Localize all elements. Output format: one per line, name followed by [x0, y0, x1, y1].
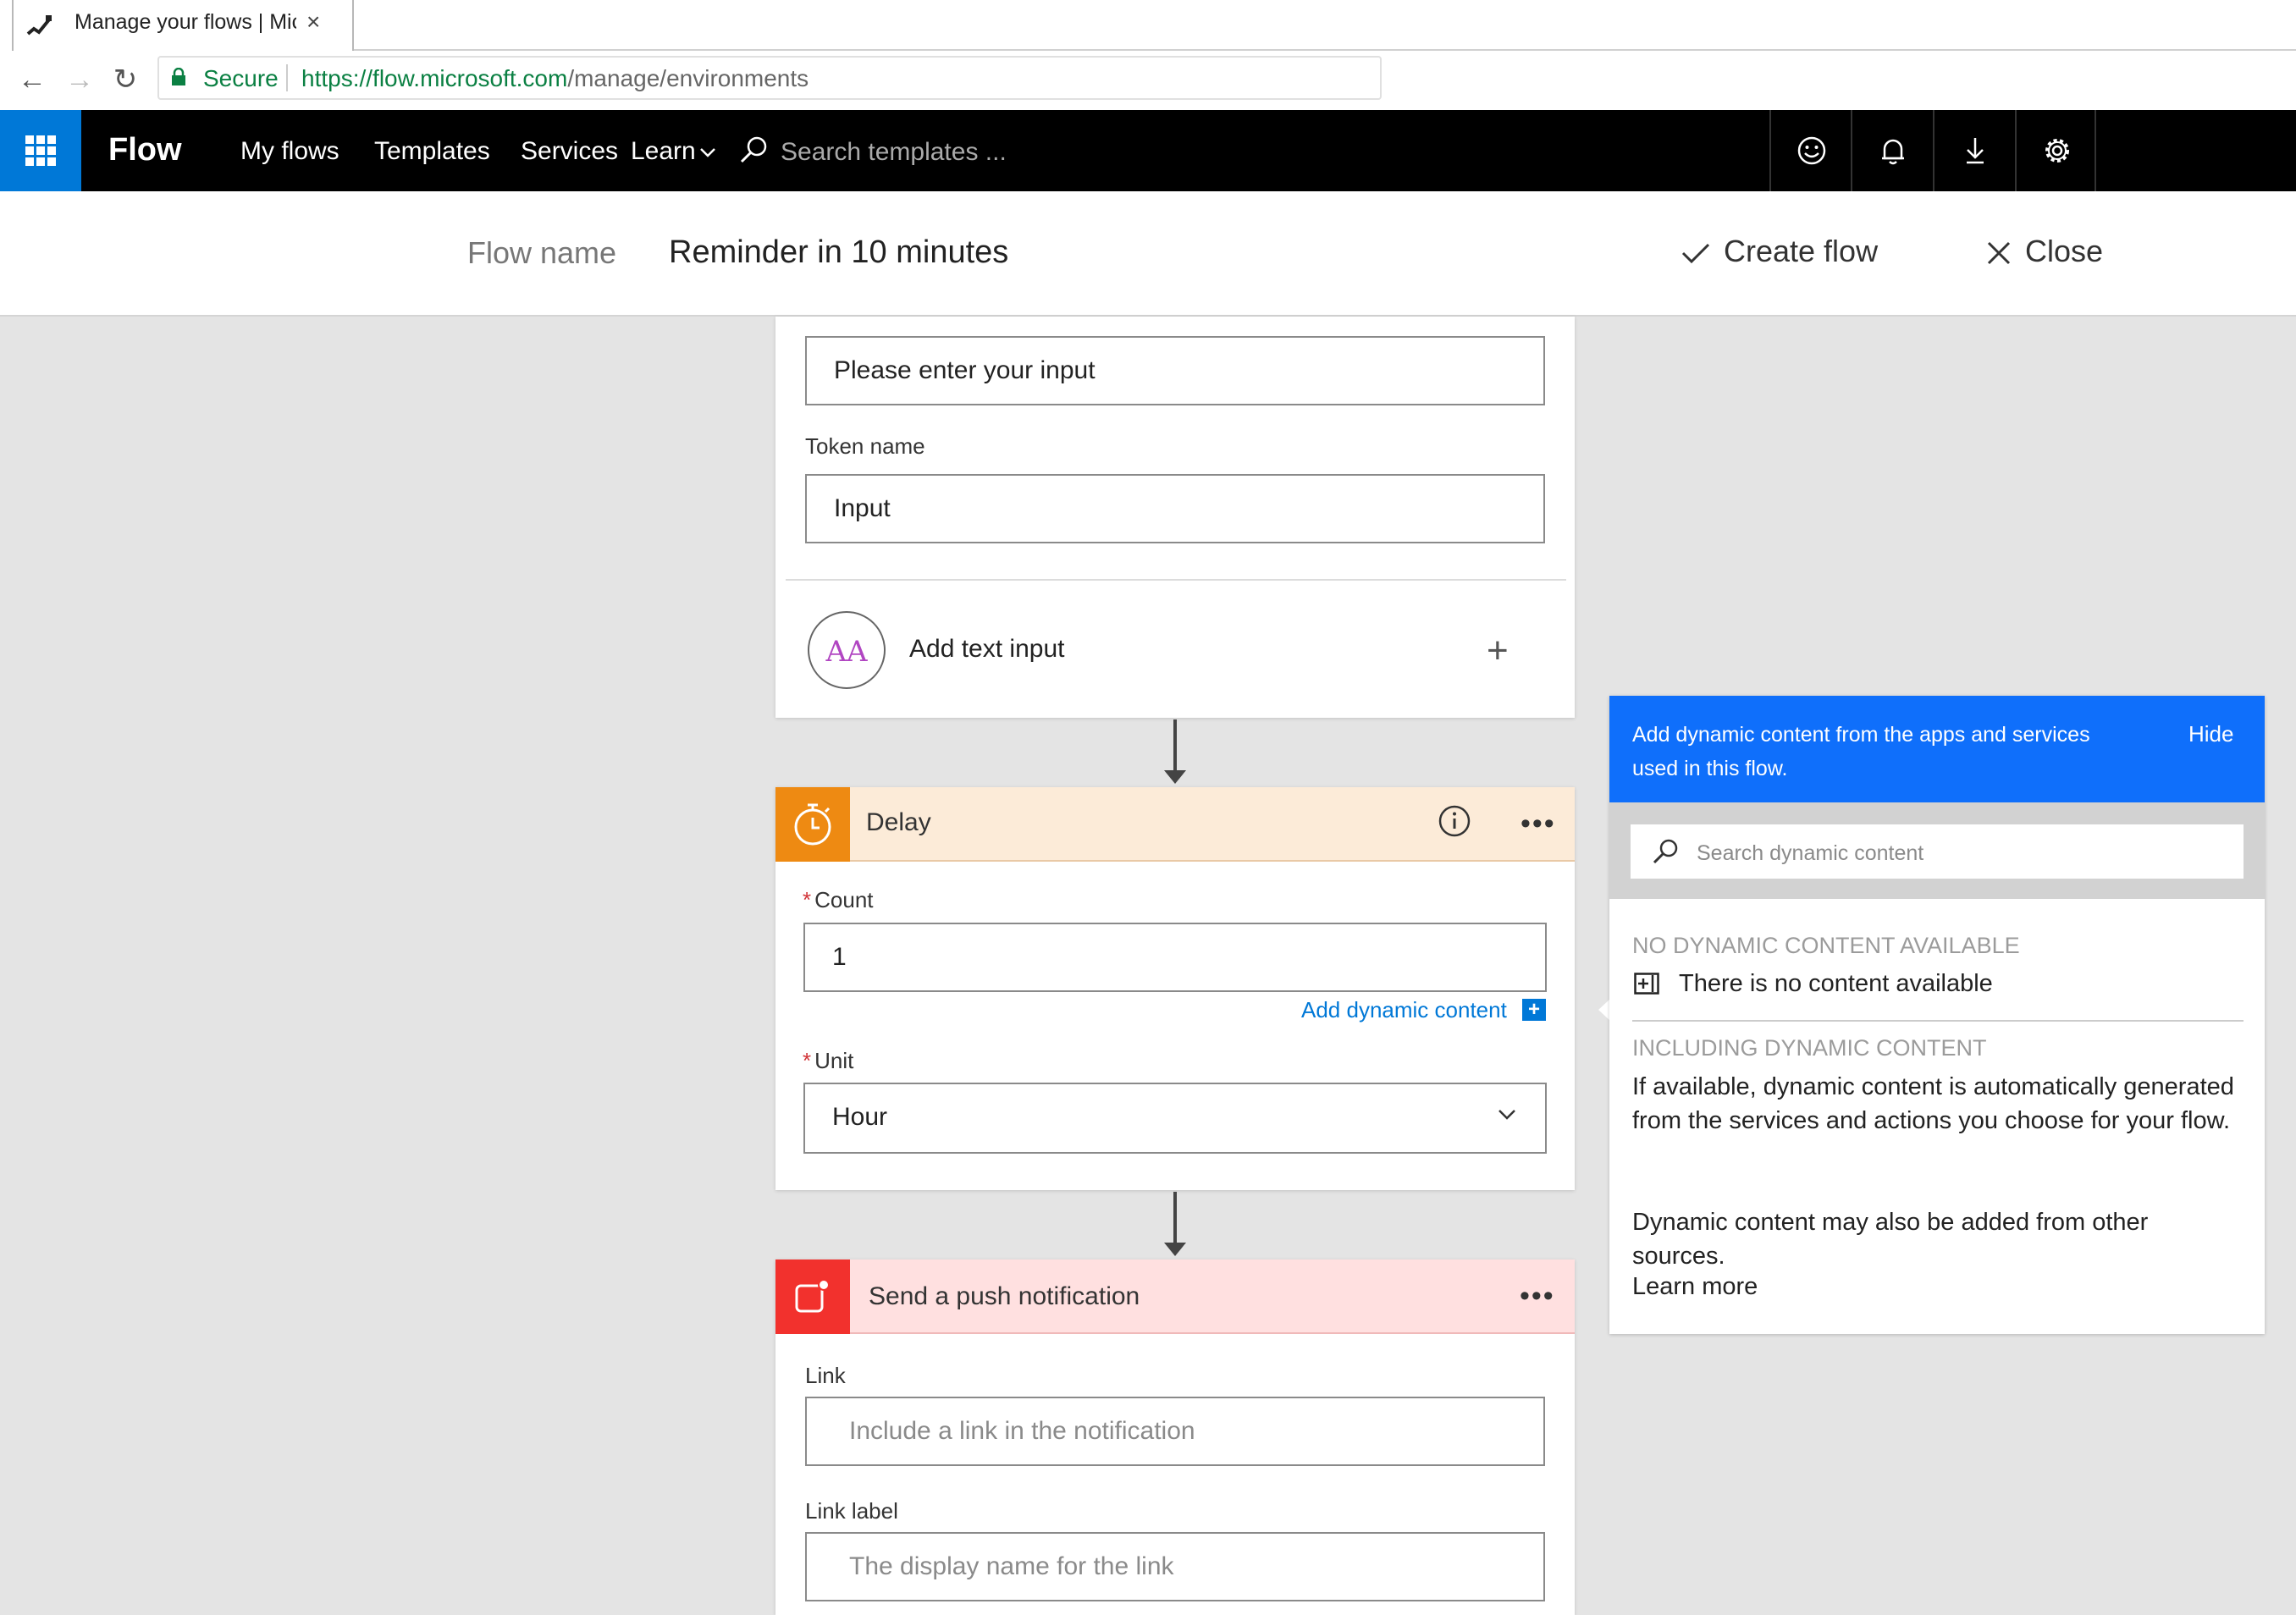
- panel-pointer: [1598, 999, 1610, 1021]
- nav-learn-label: Learn: [631, 137, 696, 165]
- close-label: Close: [2025, 234, 2104, 268]
- link-label-label: Link label: [805, 1498, 898, 1524]
- add-content-box-icon: [1634, 973, 1659, 995]
- count-label-text: Count: [814, 887, 874, 912]
- address-divider: [286, 64, 288, 91]
- info-icon[interactable]: [1438, 804, 1471, 838]
- token-name-label: Token name: [805, 433, 925, 459]
- notifications-button[interactable]: [1851, 110, 1932, 191]
- flow-favicon-icon: [26, 15, 52, 36]
- forward-arrow-icon[interactable]: →: [61, 61, 98, 98]
- count-field[interactable]: 1: [803, 923, 1547, 992]
- url-text[interactable]: https://flow.microsoft.com/manage/enviro…: [301, 65, 821, 92]
- card-divider: [786, 579, 1566, 581]
- count-label: * Count: [803, 887, 874, 913]
- link-placeholder: Include a link in the notification: [849, 1417, 1195, 1445]
- text-input-icon[interactable]: AA: [808, 611, 886, 689]
- add-dynamic-content-link[interactable]: Add dynamic content: [1301, 997, 1507, 1023]
- tab-title: Manage your flows | Microsoft Flow: [75, 10, 296, 34]
- nav-my-flows[interactable]: My flows: [240, 137, 339, 166]
- nav-services[interactable]: Services: [521, 137, 618, 166]
- checkmark-icon: [1681, 244, 1710, 264]
- push-notification-icon: [795, 1279, 830, 1313]
- add-dynamic-content-icon[interactable]: +: [1522, 999, 1546, 1021]
- download-button[interactable]: [1933, 110, 2014, 191]
- stopwatch-icon: [794, 803, 831, 846]
- smiley-icon: [1797, 136, 1826, 165]
- chevron-down-icon[interactable]: [1497, 1104, 1517, 1124]
- flow-name-label: Flow name: [467, 235, 617, 270]
- more-options-icon[interactable]: •••: [1520, 1280, 1555, 1313]
- plus-icon[interactable]: +: [1487, 630, 1509, 672]
- no-content-text: There is no content available: [1679, 970, 1993, 997]
- chevron-down-icon: [699, 148, 715, 157]
- panel-divider: [1632, 1020, 2244, 1022]
- token-name-field[interactable]: Input: [805, 474, 1545, 543]
- search-icon[interactable]: [738, 135, 769, 166]
- url-path: /manage/environments: [567, 65, 809, 91]
- add-text-input-label[interactable]: Add text input: [909, 635, 1064, 664]
- brand-logo[interactable]: Flow: [108, 132, 182, 168]
- flow-name-value[interactable]: Reminder in 10 minutes: [669, 234, 1008, 271]
- unit-select[interactable]: Hour: [803, 1083, 1547, 1154]
- feedback-button[interactable]: [1769, 110, 1851, 191]
- text-input-icon-glyph: AA: [825, 635, 868, 669]
- search-icon: [1653, 839, 1678, 864]
- bell-icon: [1882, 139, 1904, 165]
- lock-icon: [172, 68, 185, 85]
- required-marker: *: [803, 887, 812, 912]
- back-arrow-icon[interactable]: ←: [14, 61, 51, 98]
- learn-more-link[interactable]: Learn more: [1632, 1273, 1758, 1301]
- no-content-heading: NO DYNAMIC CONTENT AVAILABLE: [1632, 933, 2020, 958]
- flow-connector: [1173, 719, 1177, 775]
- required-marker: *: [803, 1048, 812, 1073]
- arrow-down-icon: [1164, 770, 1186, 784]
- tab-close-icon[interactable]: ×: [306, 8, 320, 36]
- close-icon: [1987, 242, 2011, 265]
- nav-learn[interactable]: Learn: [631, 137, 716, 166]
- push-card-title: Send a push notification: [869, 1282, 1140, 1310]
- including-description: If available, dynamic content is automat…: [1632, 1073, 2234, 1134]
- push-icon-box: [775, 1259, 850, 1334]
- settings-button[interactable]: [2015, 110, 2096, 191]
- dynamic-panel-header-text: Add dynamic content from the apps and se…: [1632, 723, 2090, 780]
- hide-button[interactable]: Hide: [2188, 721, 2233, 747]
- nav-templates[interactable]: Templates: [374, 137, 490, 166]
- delay-card-title: Delay: [866, 808, 931, 836]
- flow-connector: [1173, 1192, 1177, 1248]
- gear-icon: [2045, 139, 2069, 163]
- arrow-down-icon: [1164, 1243, 1186, 1256]
- close-button[interactable]: Close: [1986, 234, 2103, 276]
- waffle-icon: [25, 135, 56, 166]
- dynamic-search-input[interactable]: [1695, 831, 2223, 875]
- delay-icon-box: [775, 787, 850, 862]
- more-options-icon[interactable]: •••: [1521, 808, 1556, 841]
- other-sources-description: Dynamic content may also be added from o…: [1632, 1209, 2149, 1270]
- link-field[interactable]: Include a link in the notification: [805, 1397, 1545, 1466]
- download-icon: [1967, 138, 1984, 164]
- template-search-input[interactable]: [779, 130, 1104, 174]
- link-label-placeholder: The display name for the link: [849, 1552, 1174, 1580]
- tab-strip-border: [354, 49, 2296, 51]
- unit-label: * Unit: [803, 1048, 853, 1074]
- url-host: https://flow.microsoft.com: [301, 65, 568, 91]
- secure-label: Secure: [203, 65, 279, 91]
- create-flow-button[interactable]: Create flow: [1681, 234, 1878, 276]
- flow-header: [0, 191, 2296, 317]
- input-prompt-field[interactable]: Please enter your input: [805, 336, 1545, 405]
- link-label-field[interactable]: The display name for the link: [805, 1532, 1545, 1601]
- reload-icon[interactable]: ↻: [107, 61, 144, 98]
- create-flow-label: Create flow: [1724, 234, 1879, 268]
- including-heading: INCLUDING DYNAMIC CONTENT: [1632, 1035, 1987, 1061]
- unit-label-text: Unit: [814, 1048, 854, 1073]
- link-label: Link: [805, 1363, 846, 1388]
